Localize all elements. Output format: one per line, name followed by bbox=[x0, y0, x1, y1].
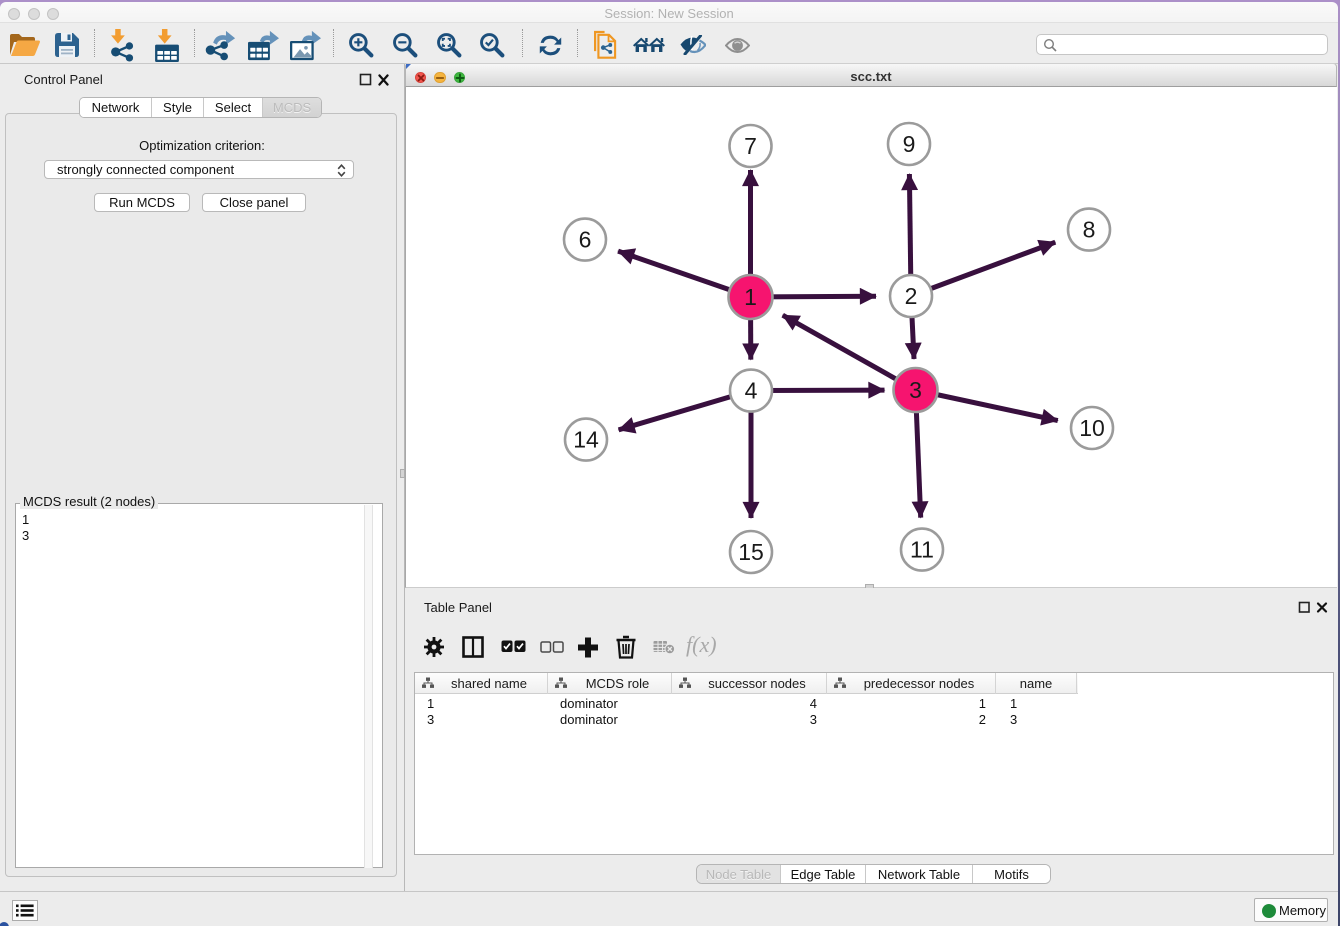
svg-text:7: 7 bbox=[744, 133, 757, 159]
svg-text:11: 11 bbox=[910, 537, 934, 563]
svg-text:3: 3 bbox=[909, 377, 922, 403]
svg-text:4: 4 bbox=[745, 378, 758, 404]
svg-text:15: 15 bbox=[738, 539, 764, 565]
svg-text:6: 6 bbox=[579, 227, 592, 253]
svg-text:1: 1 bbox=[744, 284, 757, 310]
svg-text:2: 2 bbox=[905, 283, 918, 309]
svg-text:9: 9 bbox=[903, 131, 916, 157]
svg-text:8: 8 bbox=[1083, 217, 1096, 243]
svg-text:10: 10 bbox=[1079, 415, 1105, 441]
svg-text:14: 14 bbox=[573, 427, 599, 453]
